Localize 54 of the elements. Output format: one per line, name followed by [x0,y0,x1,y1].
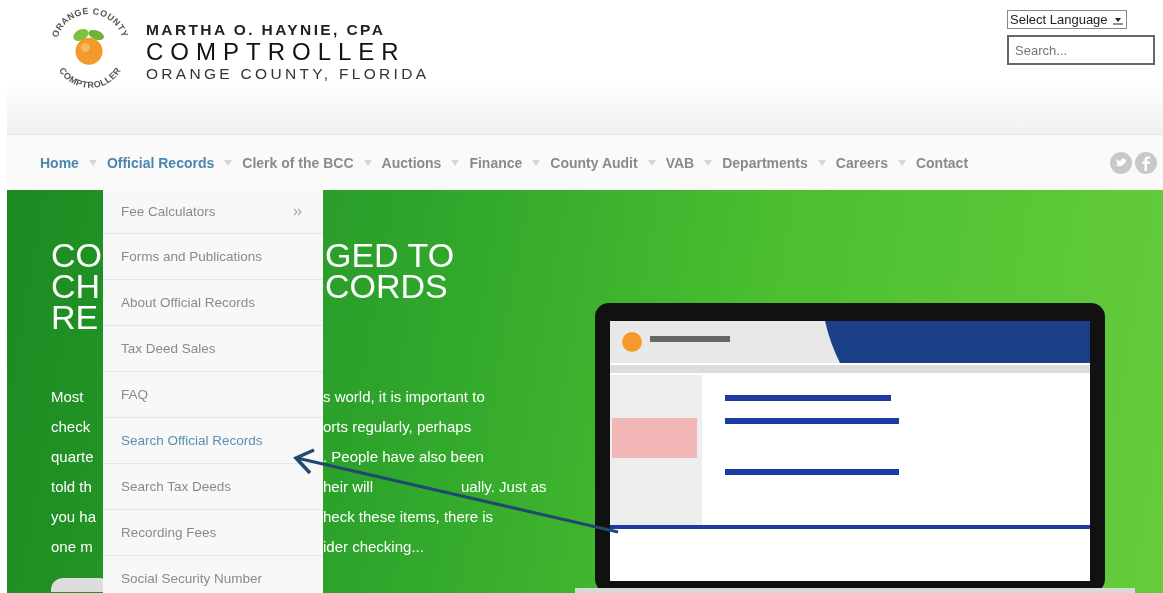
text-fragment: heir will [323,477,373,497]
text-fragment: one m [51,537,94,557]
chevron-icon [897,159,906,166]
nav-link[interactable]: Departments [722,154,808,171]
nav-link[interactable]: Careers [835,154,888,171]
nav-link[interactable]: Contact [915,154,969,171]
nav-link[interactable]: Auctions [381,154,442,171]
nav-link[interactable]: Finance [469,154,523,171]
official-name: MARTHA O. HAYNIE, CPA [146,21,387,39]
text-fragment: told th [51,477,93,497]
text-fragment: . People have also been [323,447,484,467]
menu-item[interactable]: About Official Records [103,280,323,326]
menu-item[interactable]: Social Security Number [103,556,323,593]
headline-fragment: CORDS [325,271,449,302]
text-fragment: check [51,417,92,437]
site-subtitle: ORANGE COUNTY, FLORIDA [146,65,430,83]
chevron-icon [224,159,233,166]
bird-icon[interactable] [1110,151,1132,174]
text-fragment: quarte [51,447,95,467]
nav-link[interactable]: Home [40,154,79,171]
menu-item[interactable]: Search Tax Deeds [103,464,323,510]
nav-link[interactable]: County Audit [550,154,638,171]
text-fragment: heck these items, there is [323,507,494,527]
chevron-icon [88,159,97,166]
text-fragment: orts regularly, perhaps [323,417,472,437]
text-fragment: you ha [51,507,98,527]
facebook-icon[interactable] [1135,151,1157,174]
chevron-icon [532,159,541,166]
text-fragment: ider checking... [323,537,424,557]
nav-link[interactable]: VAB [665,154,695,171]
language-select[interactable]: Select Language [1007,10,1127,29]
hero-button[interactable] [51,578,104,592]
chevron-icon [363,159,372,166]
chevron-icon [647,159,656,166]
text-fragment: Most [51,387,85,407]
text-fragment: ually. Just as [461,477,547,497]
headline-fragment: RE [51,302,100,333]
nav-link[interactable]: Official Records [106,154,215,171]
nav-link[interactable]: Clerk of the BCC [242,154,354,171]
menu-item[interactable]: Search Official Records [103,418,323,464]
search-field[interactable]: Search... [1007,35,1155,65]
chevron-icon [817,159,826,166]
text-fragment: s world, it is important to [323,387,485,407]
menu-item[interactable]: Recording Fees [103,510,323,556]
site-title: COMPTROLLER [146,39,407,65]
headline-fragment: CH [51,271,102,302]
menu-item[interactable]: Tax Deed Sales [103,326,323,372]
chevron-icon [451,159,460,166]
headline-fragment: GED TO [325,240,456,271]
chevron-icon [704,159,713,166]
headline-fragment: CO [51,240,103,271]
menu-item[interactable]: FAQ [103,372,323,418]
menu-item[interactable]: Fee Calculators [103,190,323,234]
menu-item[interactable]: Forms and Publications [103,234,323,280]
